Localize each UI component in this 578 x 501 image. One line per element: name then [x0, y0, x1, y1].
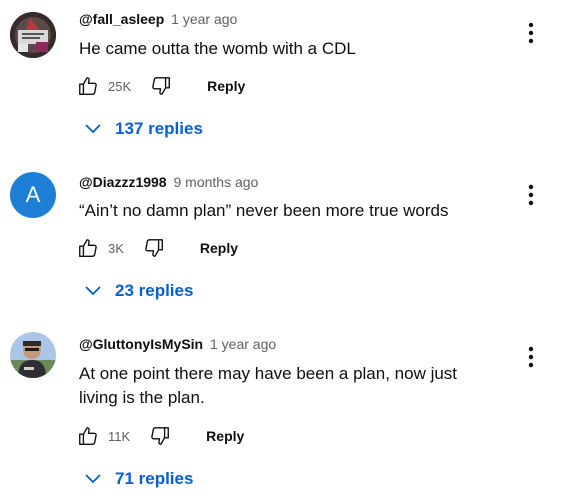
thumbs-up-icon[interactable] — [76, 424, 100, 448]
thumbs-up-icon[interactable] — [76, 236, 100, 260]
comment-1: @fall_asleep 1 year ago He came outta th… — [0, 0, 578, 160]
comment-actions: 11K Reply — [76, 424, 244, 448]
thumbs-up-icon[interactable] — [76, 74, 100, 98]
author-name[interactable]: @Diazzz1998 — [79, 174, 167, 190]
chevron-down-icon — [85, 474, 101, 484]
comment-text: At one point there may have been a plan,… — [79, 364, 458, 407]
chevron-down-icon — [85, 286, 101, 296]
thumbs-down-icon[interactable] — [142, 236, 166, 260]
avatar[interactable] — [10, 12, 56, 58]
avatar-letter: A — [25, 182, 41, 207]
like-count: 3K — [108, 240, 124, 256]
more-vert-icon[interactable] — [522, 345, 540, 369]
thumbs-down-icon[interactable] — [148, 424, 172, 448]
comment-text: “Ain’t no damn plan” never been more tru… — [79, 201, 449, 220]
reply-button[interactable]: Reply — [207, 78, 245, 94]
comment-header: @GluttonyIsMySin 1 year ago — [79, 335, 276, 353]
timestamp[interactable]: 1 year ago — [210, 336, 276, 352]
avatar-image — [10, 12, 56, 58]
author-name[interactable]: @GluttonyIsMySin — [79, 336, 203, 352]
timestamp[interactable]: 1 year ago — [171, 11, 237, 27]
reply-button[interactable]: Reply — [206, 428, 244, 444]
more-vert-icon[interactable] — [522, 21, 540, 45]
replies-count: 23 replies — [115, 281, 194, 300]
more-vert-icon[interactable] — [522, 183, 540, 207]
avatar-image — [10, 332, 56, 378]
comment-actions: 25K Reply — [76, 74, 245, 98]
author-name[interactable]: @fall_asleep — [79, 11, 164, 27]
comment-header: @fall_asleep 1 year ago — [79, 10, 237, 28]
reply-button[interactable]: Reply — [200, 240, 238, 256]
timestamp[interactable]: 9 months ago — [173, 174, 258, 190]
avatar[interactable] — [10, 332, 56, 378]
comment-3: @GluttonyIsMySin 1 year ago At one point… — [0, 322, 578, 501]
comment-2: A @Diazzz1998 9 months ago “Ain’t no dam… — [0, 160, 578, 320]
view-replies-button[interactable]: 137 replies — [85, 117, 203, 141]
replies-count: 71 replies — [115, 469, 194, 488]
chevron-down-icon — [85, 124, 101, 134]
replies-count: 137 replies — [115, 119, 203, 138]
like-count: 11K — [108, 428, 131, 444]
comment-header: @Diazzz1998 9 months ago — [79, 173, 258, 191]
view-replies-button[interactable]: 23 replies — [85, 279, 193, 303]
avatar[interactable]: A — [10, 172, 56, 218]
comment-actions: 3K Reply — [76, 236, 238, 260]
comment-text: He came outta the womb with a CDL — [79, 39, 356, 58]
view-replies-button[interactable]: 71 replies — [85, 467, 193, 491]
thumbs-down-icon[interactable] — [149, 74, 173, 98]
like-count: 25K — [108, 78, 132, 94]
